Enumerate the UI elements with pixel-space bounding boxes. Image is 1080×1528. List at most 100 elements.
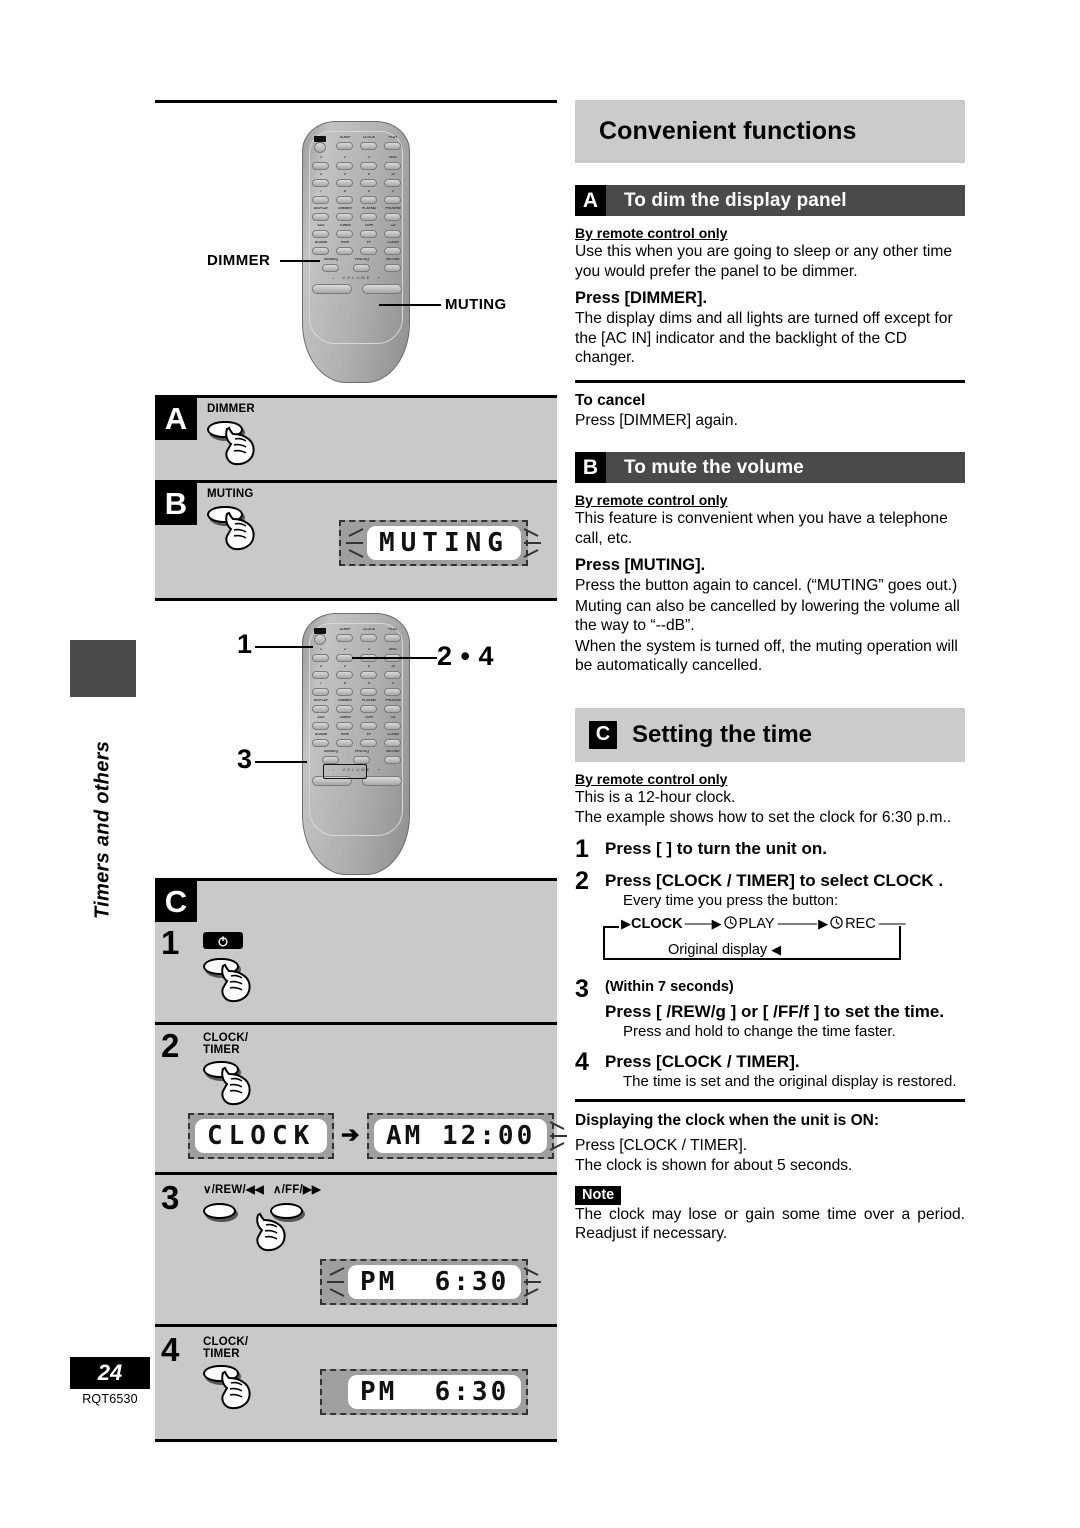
section-c-step-1: 1 Press [ ] to turn the unit on. [575,834,965,863]
leader-step-3 [255,761,307,763]
cycle-return-label: Original display [668,941,768,958]
section-c-step-3: 3 (Within 7 seconds) Press [ /REW/g ] or… [575,976,965,1041]
step-1-number: 1 [161,924,180,961]
lcd-pm-630-set: PM 6:30 [320,1369,529,1415]
section-c-step-4: 4 Press [CLOCK / TIMER]. The time is set… [575,1047,965,1091]
cycle-row-bottom: Original display ◀ [663,941,787,958]
display-clock-text-2: The clock is shown for about 5 seconds. [575,1157,853,1174]
side-tab-label: Timers and others [91,740,114,920]
remote-illustration-bottom: SLEEP CLOCK PLAY 1 2 3 DISC 4 5 6 10 7890 DISPLA… [155,598,557,878]
page-title: Convenient functions [575,100,965,163]
cycle-item-rec: REC [845,916,876,932]
section-c-intro-1: This is a 12-hour clock. [575,788,736,806]
band-a: A DIMMER [155,395,557,480]
section-c-intro-2: The example shows how to set the clock f… [575,809,952,826]
section-a-action: Press [DIMMER]. [575,289,708,307]
step-head: Press [CLOCK / TIMER] to select CLOCK . [605,870,944,890]
section-a-intro-text: Use this when you are going to sleep or … [575,243,953,280]
document-code: RQT6530 [82,1392,138,1406]
badge-b: B [575,452,606,483]
step-sub: Press and hold to change the time faster… [623,1022,896,1040]
band-c-header: C [155,878,557,923]
step-3-button-label-left: ∨/REW/◀◀ [203,1184,264,1196]
badge-b: B [155,483,197,525]
press-ff-button[interactable] [256,1199,334,1252]
section-b-action: Press [MUTING]. [575,556,706,574]
lcd-am-1200: AM 12:00 [367,1113,568,1159]
button-oval[interactable] [203,1203,236,1219]
band-step-4: 4 CLOCK/ TIMER PM 6:30 [155,1324,557,1442]
step-number: 2 [575,866,589,895]
remote-body: SLEEP CLOCK PLAY 1 2 3 DISC 4 5 6 10 7890 DISPLA… [302,121,410,383]
flash-marks-right-icon [522,526,544,560]
display-clock-text-1: Press [CLOCK / TIMER]. [575,1136,748,1154]
display-clock-label: Displaying the clock when the unit is ON… [575,1111,880,1129]
page-number: 24 [70,1357,150,1389]
step-4-number: 4 [161,1331,180,1368]
section-b-action-text-3: When the system is turned off, the mutin… [575,637,958,675]
step-3-number: 3 [161,1179,180,1216]
section-b-heading: To mute the volume [624,456,804,478]
band-a-button-label: DIMMER [207,403,255,415]
lcd-text: MUTING [367,526,521,560]
press-dimmer-button[interactable] [207,417,271,467]
flash-marks-left-icon [324,1265,346,1299]
remote-illustration-top: SLEEP CLOCK PLAY 1 2 3 DISC 4 5 6 10 7890 DISPLA… [155,100,557,395]
badge-a: A [155,398,197,440]
step-number: 4 [575,1047,589,1076]
divider [575,379,965,383]
band-step-1: 1 [155,922,557,1022]
remote-volume-label: – VOLUME + [332,275,382,280]
press-power-button[interactable] [203,954,267,1004]
section-b-action-text-1: Press the button again to cancel. (“MUTI… [575,577,958,594]
power-key-icon [203,932,243,949]
cycle-row-top: ▶ CLOCK —— ▶ PLAY ——— ▶ REC —— [621,915,906,933]
section-b-intro-text: This feature is convenient when you have… [575,510,948,547]
remote-keypad: SLEEP CLOCK PLAY 1 2 3 DISC 4 5 6 10 7890 DISPLA… [312,628,402,786]
press-muting-button[interactable] [207,502,271,552]
right-text-column: Convenient functions A To dim the displa… [575,100,965,1244]
lcd-text: PM 6:30 [348,1375,522,1409]
callout-muting: MUTING [445,296,507,313]
lcd-text: CLOCK [195,1119,328,1153]
step-3-precondition: (Within 7 seconds) [605,978,734,995]
left-illustration-column: SLEEP CLOCK PLAY 1 2 3 DISC 4 5 6 10 7890 DISPLA… [155,100,568,1442]
highlight-rew-ff-keys [323,764,367,779]
band-step-3: 3 ∨/REW/◀◀ ∧/FF/▶▶ PM 6:30 [155,1172,557,1324]
lcd-pm-630-flashing: PM 6:30 [320,1259,542,1305]
press-clock-timer-button-confirm[interactable] [203,1361,267,1411]
leader-step-2-4 [352,657,437,659]
step-sub: The time is set and the original display… [623,1072,957,1090]
section-header-b: B To mute the volume [575,452,965,483]
section-b-action-text-2: Muting can also be cancelled by lowering… [575,597,960,635]
badge-c: C [155,881,197,923]
note-tag: Note [575,1185,622,1205]
divider [575,1098,965,1102]
hand-pointer-icon [217,1065,261,1107]
clock-icon [830,915,843,933]
step-number: 1 [575,834,589,863]
band-b: B MUTING MUTING [155,480,557,598]
step-4-button-label: CLOCK/ TIMER [203,1336,249,1360]
leader-muting [379,304,441,306]
band-step-2: 2 CLOCK/ TIMER CLOCK ➔ AM 12:00 [155,1022,568,1172]
step-sub: Every time you press the button: [623,891,839,909]
section-a-action-text: The display dims and all lights are turn… [575,310,953,366]
remote-keypad: SLEEP CLOCK PLAY 1 2 3 DISC 4 5 6 10 7890 DISPLA… [312,136,402,294]
lcd-text: AM 12:00 [374,1119,548,1153]
flash-marks-left-icon [343,526,365,560]
callout-step-1: 1 [237,629,253,659]
badge-a: A [575,185,606,216]
clock-icon [723,915,737,933]
lcd-muting: MUTING [339,520,541,566]
callout-dimmer: DIMMER [207,252,271,269]
press-clock-timer-button[interactable] [203,1057,267,1107]
hand-pointer-icon [221,510,265,552]
lcd-clock: CLOCK [188,1113,335,1159]
callout-step-2-4: 2 • 4 [437,641,494,671]
section-a-heading: To dim the display panel [624,189,847,211]
section-c-step-2: 2 Press [CLOCK / TIMER] to select CLOCK … [575,866,965,910]
leader-step-1 [255,646,313,648]
section-c-intro-label: By remote control only [575,770,728,787]
step-2-number: 2 [161,1027,180,1064]
